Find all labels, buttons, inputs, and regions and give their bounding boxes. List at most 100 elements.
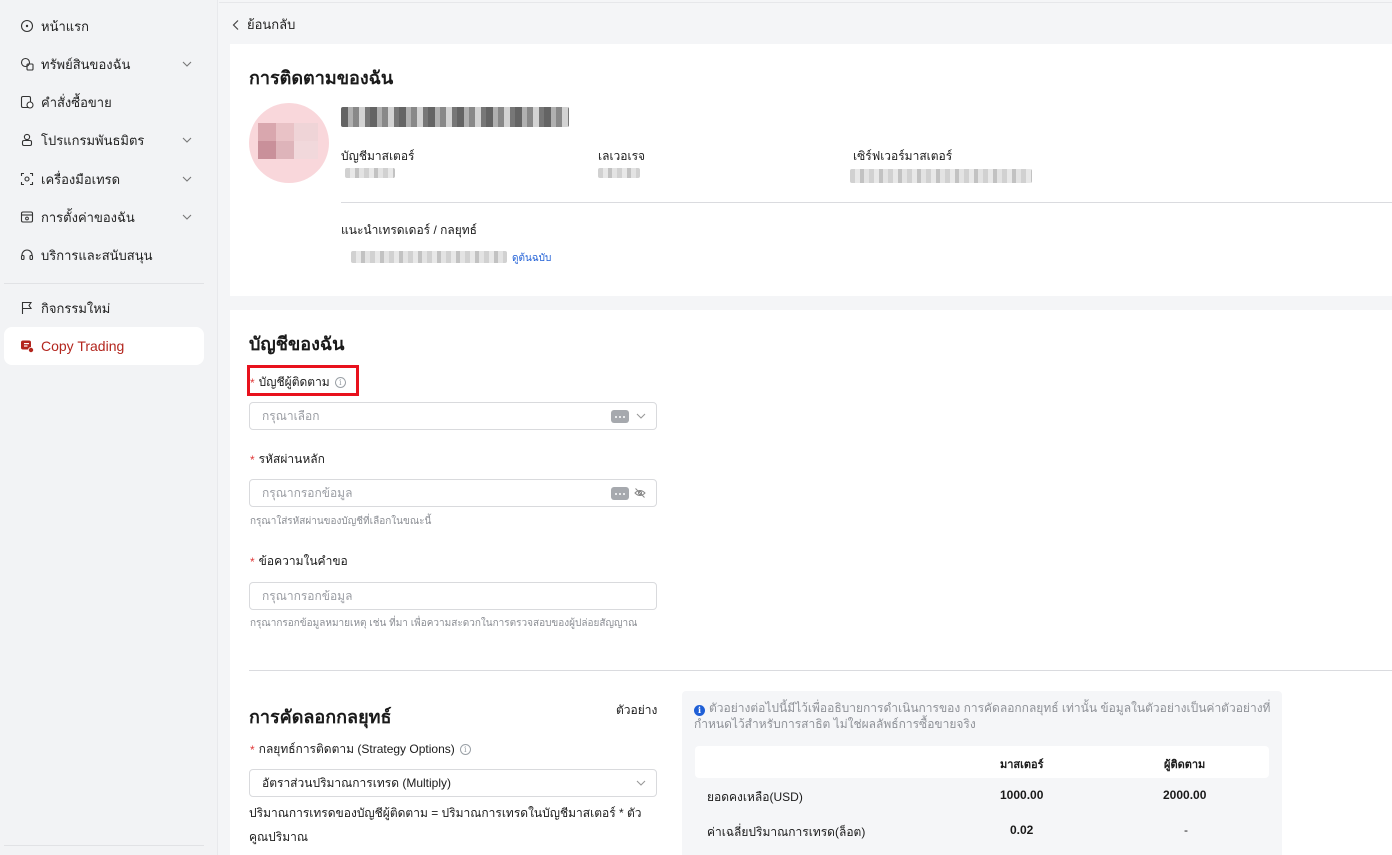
divider (249, 670, 1392, 671)
sidebar-divider (4, 283, 204, 284)
partner-icon (20, 133, 34, 147)
sidebar-item-label: บริการและสนับสนุน (41, 247, 153, 263)
divider (341, 202, 1392, 203)
follower-account-select[interactable]: กรุณาเลือก (249, 402, 657, 430)
row-follower-value: - (1184, 823, 1188, 837)
master-name-redacted (341, 107, 569, 127)
required-mark: * (250, 375, 255, 390)
wallet-icon (20, 57, 34, 71)
settings-icon (20, 210, 34, 224)
home-icon (20, 19, 34, 33)
following-title: การติดตามของฉัน (249, 68, 394, 88)
back-label: ย้อนกลับ (247, 17, 296, 32)
avatar (249, 103, 329, 183)
required-mark: * (250, 554, 255, 569)
view-original-link[interactable]: ดูต้นฉบับ (512, 251, 551, 266)
main-password-input[interactable]: กรุณากรอกข้อมูล (249, 479, 657, 507)
master-account-value-redacted (345, 168, 395, 178)
intro-value-redacted (351, 251, 507, 263)
sidebar-item-label: กิจกรรมใหม่ (41, 300, 111, 316)
info-icon[interactable]: i (334, 377, 346, 388)
strategy-title: การคัดลอกกลยุทธ์ (249, 707, 392, 727)
strategy-options-label: * กลยุทธ์การติดตาม (Strategy Options) i (250, 740, 471, 759)
sidebar-item-label: การตั้งค่าของฉัน (41, 209, 135, 225)
col-master: มาสเตอร์ (1000, 759, 1044, 771)
more-icon (611, 487, 629, 500)
master-server-value-redacted (850, 169, 1032, 183)
following-card: การติดตามของฉัน บัญชีมาสเตอร์ เลเวอเรจ เ… (230, 44, 1392, 296)
top-divider (219, 2, 1392, 3)
example-note: i ตัวอย่างต่อไปนี้มีไว้เพื่ออธิบายการดำเน… (694, 700, 1274, 732)
sidebar-item-partner[interactable]: โปรแกรมพันธมิตร (4, 121, 204, 159)
chevron-down-icon (182, 61, 192, 67)
master-account-label: บัญชีมาสเตอร์ (341, 149, 415, 163)
back-button[interactable]: ย้อนกลับ (231, 14, 295, 35)
sidebar-item-my-settings[interactable]: การตั้งค่าของฉัน (4, 198, 204, 236)
sidebar-item-home[interactable]: หน้าแรก (4, 7, 204, 45)
chevron-left-icon (232, 19, 239, 30)
sidebar-item-label: หน้าแรก (41, 18, 89, 34)
leverage-label: เลเวอเรจ (598, 149, 646, 163)
request-message-input[interactable]: กรุณากรอกข้อมูล (249, 582, 657, 610)
request-message-placeholder: กรุณากรอกข้อมูล (262, 588, 353, 603)
main-password-label-text: รหัสผ่านหลัก (258, 452, 325, 466)
my-account-title: บัญชีของฉัน (249, 334, 345, 354)
chevron-down-icon (636, 413, 646, 419)
info-filled-icon: i (694, 704, 705, 716)
intro-label: แนะนำเทรดเดอร์ / กลยุทธ์ (341, 223, 478, 237)
strategy-options-select[interactable]: อัตราส่วนปริมาณการเทรด (Multiply) (249, 769, 657, 797)
master-server-label: เซิร์ฟเวอร์มาสเตอร์ (853, 149, 953, 163)
info-icon[interactable]: i (459, 744, 471, 755)
row-follower-value: 2000.00 (1163, 788, 1207, 802)
required-mark: * (250, 452, 255, 467)
example-note-text: ตัวอย่างต่อไปนี้มีไว้เพื่ออธิบายการดำเนิ… (694, 701, 1271, 731)
chevron-down-icon (636, 780, 646, 786)
chevron-down-icon (182, 137, 192, 143)
follower-account-placeholder: กรุณาเลือก (262, 408, 320, 423)
request-message-label: * ข้อความในคำขอ (250, 552, 348, 571)
main-password-placeholder: กรุณากรอกข้อมูล (262, 485, 353, 500)
main-password-label: * รหัสผ่านหลัก (250, 450, 325, 469)
row-label: ค่าเฉลี่ยปริมาณการเทรด(ล็อต) (707, 825, 866, 839)
eye-off-icon[interactable] (634, 487, 646, 499)
col-follower: ผู้ติดตาม (1164, 759, 1206, 771)
tools-icon (20, 172, 34, 186)
follower-account-label-text: บัญชีผู้ติดตาม (258, 375, 330, 389)
main-password-hint: กรุณาใส่รหัสผ่านของบัญชีที่เลือกในขณะนี้ (250, 516, 432, 527)
leverage-value-redacted (598, 168, 640, 178)
sidebar-item-label: ทรัพย์สินของฉัน (41, 56, 131, 72)
more-icon (611, 410, 629, 423)
copy-trading-icon (20, 339, 34, 353)
example-panel: i ตัวอย่างต่อไปนี้มีไว้เพื่ออธิบายการดำเน… (682, 691, 1282, 855)
required-mark: * (250, 742, 255, 757)
sidebar-item-trading-tools[interactable]: เครื่องมือเทรด (4, 160, 204, 198)
sidebar-item-assets[interactable]: ทรัพย์สินของฉัน (4, 45, 204, 83)
sidebar-item-new-activities[interactable]: กิจกรรมใหม่ (4, 289, 204, 327)
follower-account-label: * บัญชีผู้ติดตาม i (250, 373, 346, 392)
row-master-value: 1000.00 (1000, 788, 1044, 802)
headset-icon (20, 248, 34, 262)
sidebar-item-label: คำสั่งซื้อขาย (41, 94, 112, 110)
my-account-card: บัญชีของฉัน * บัญชีผู้ติดตาม i กรุณาเลือ… (230, 310, 1392, 855)
sidebar-item-label: Copy Trading (41, 338, 125, 354)
sidebar: หน้าแรก ทรัพย์สินของฉัน คำสั่งซื้อขาย โป… (0, 0, 218, 855)
sidebar-item-orders[interactable]: คำสั่งซื้อขาย (4, 83, 204, 121)
sidebar-item-support[interactable]: บริการและสนับสนุน (4, 236, 204, 274)
sidebar-item-label: โปรแกรมพันธมิตร (41, 132, 145, 148)
row-label: ยอดคงเหลือ(USD) (707, 790, 803, 804)
main-content: ย้อนกลับ การติดตามของฉัน บัญชีมาสเตอร์ เ… (219, 0, 1392, 855)
orders-icon (20, 95, 34, 109)
request-message-hint: กรุณากรอกข้อมูลหมายเหตุ เช่น ที่มา เพื่อ… (250, 618, 638, 629)
row-master-value: 0.02 (1010, 823, 1034, 837)
chevron-down-icon (182, 214, 192, 220)
strategy-formula: ปริมาณการเทรดของบัญชีผู้ติดตาม = ปริมาณก… (249, 806, 642, 844)
strategy-selected-option: อัตราส่วนปริมาณการเทรด (Multiply) (262, 775, 451, 790)
sidebar-divider (4, 845, 204, 846)
request-message-label-text: ข้อความในคำขอ (258, 554, 348, 568)
example-link[interactable]: ตัวอย่าง (616, 701, 657, 720)
flag-icon (20, 301, 34, 315)
chevron-down-icon (182, 176, 192, 182)
sidebar-item-label: เครื่องมือเทรด (41, 171, 121, 187)
sidebar-item-copy-trading[interactable]: Copy Trading (4, 327, 204, 365)
strategy-options-label-text: กลยุทธ์การติดตาม (Strategy Options) (258, 742, 455, 756)
